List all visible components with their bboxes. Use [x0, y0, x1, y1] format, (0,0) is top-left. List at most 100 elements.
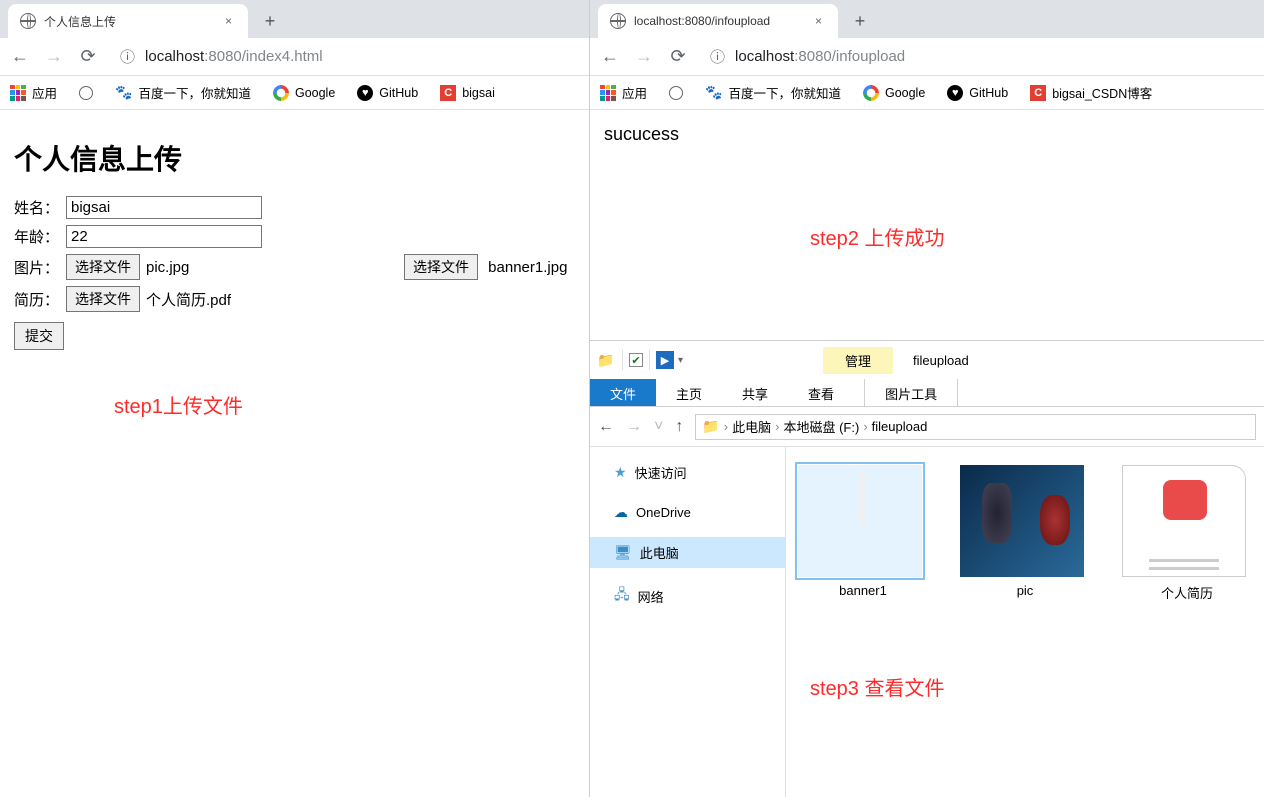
crumb-drive[interactable]: 本地磁盘 (F:) — [783, 417, 859, 436]
bookmark-csdn[interactable]: Cbigsai_CSDN博客 — [1030, 83, 1152, 102]
bookmarks-bar: 应用 🐾百度一下，你就知道 Google ♥GitHub Cbigsai — [0, 76, 589, 110]
tab-title: 个人信息上传 — [44, 13, 116, 30]
file-item-banner1[interactable]: banner1 — [798, 465, 928, 598]
sidebar-network[interactable]: 🖧网络 — [590, 578, 785, 614]
form-row-resume: 简历： 选择文件 个人简历.pdf — [14, 286, 575, 312]
chevron-right-icon[interactable]: › — [863, 419, 867, 434]
apps-shortcut[interactable]: 应用 — [10, 83, 57, 102]
bookmark-globe[interactable] — [669, 86, 683, 100]
ribbon-tab-file[interactable]: 文件 — [590, 379, 656, 406]
paw-icon: 🐾 — [705, 84, 722, 101]
back-button[interactable]: ← — [10, 46, 30, 67]
label-image: 图片： — [14, 257, 66, 278]
step2-annotation: step2 上传成功 — [810, 222, 944, 251]
browser-tab[interactable]: localhost:8080/infoupload × — [598, 4, 838, 38]
browser-tab[interactable]: 个人信息上传 × — [8, 4, 248, 38]
sidebar-this-pc[interactable]: 🖥此电脑 — [590, 537, 785, 568]
label-age: 年龄： — [14, 226, 66, 247]
close-tab-icon[interactable]: × — [221, 14, 236, 28]
bookmark-baidu[interactable]: 🐾百度一下，你就知道 — [705, 83, 841, 102]
chevron-right-icon[interactable]: › — [775, 419, 779, 434]
address-bar: ← → ⟳ ⓘ localhost:8080/infoupload — [590, 38, 1264, 76]
back-button[interactable]: ← — [600, 46, 620, 67]
globe-icon — [20, 13, 36, 29]
chevron-down-icon[interactable]: ▾ — [678, 355, 683, 366]
url-host: localhost — [145, 48, 204, 65]
label-resume: 简历： — [14, 289, 66, 310]
explorer-back[interactable]: ← — [598, 418, 614, 436]
new-tab-button[interactable]: + — [256, 7, 284, 35]
form-row-image: 图片： 选择文件 pic.jpg 选择文件 banner1.jpg — [14, 254, 575, 280]
site-info-icon[interactable]: ⓘ — [710, 46, 725, 67]
crumb-pc[interactable]: 此电脑 — [732, 417, 771, 436]
forward-button[interactable]: → — [44, 46, 64, 67]
explorer-addressbar: ← → ˅ ↑ 📁 › 此电脑 › 本地磁盘 (F:) › fileupload — [590, 407, 1264, 447]
bookmark-github[interactable]: ♥GitHub — [947, 85, 1008, 101]
new-tab-button[interactable]: + — [846, 7, 874, 35]
explorer-content[interactable]: banner1 pic 个人简历 — [786, 447, 1264, 797]
sidebar-onedrive[interactable]: ☁OneDrive — [590, 498, 785, 527]
bookmark-google[interactable]: Google — [863, 85, 925, 101]
thumbnail — [1122, 465, 1246, 577]
tab-title: localhost:8080/infoupload — [634, 14, 770, 28]
choose-file-button-resume[interactable]: 选择文件 — [66, 286, 140, 312]
address-bar: ← → ⟳ ⓘ localhost:8080/index4.html — [0, 38, 589, 76]
breadcrumb[interactable]: 📁 › 此电脑 › 本地磁盘 (F:) › fileupload — [695, 414, 1256, 440]
ribbon-tab-home[interactable]: 主页 — [656, 379, 722, 406]
bookmark-csdn[interactable]: Cbigsai — [440, 85, 495, 101]
reload-button[interactable]: ⟳ — [78, 46, 98, 67]
cloud-icon: ☁ — [614, 504, 628, 521]
crumb-folder[interactable]: fileupload — [872, 419, 928, 434]
forward-button[interactable]: → — [634, 46, 654, 67]
manage-tab[interactable]: 管理 — [823, 347, 893, 374]
url-path: :8080/infoupload — [794, 48, 905, 65]
qat-checkbox[interactable]: ✔ — [629, 353, 643, 367]
file-label: 个人简历 — [1122, 583, 1252, 602]
explorer-up[interactable]: ↑ — [675, 418, 683, 436]
folder-icon: 📁 — [702, 418, 719, 435]
tab-bar: 个人信息上传 × + — [0, 0, 589, 38]
age-input[interactable] — [66, 225, 262, 248]
close-tab-icon[interactable]: × — [811, 14, 826, 28]
browser-window-right: localhost:8080/infoupload × + ← → ⟳ ⓘ lo… — [590, 0, 1264, 797]
apps-icon — [600, 85, 616, 101]
powershell-icon[interactable]: ▶ — [656, 351, 674, 369]
file-label: banner1 — [798, 583, 928, 598]
apps-icon — [10, 85, 26, 101]
explorer-recent[interactable]: ˅ — [654, 418, 663, 436]
reload-button[interactable]: ⟳ — [668, 46, 688, 67]
ribbon: 文件 主页 共享 查看 图片工具 — [590, 379, 1264, 407]
folder-icon[interactable]: 📁 — [596, 352, 616, 369]
ribbon-tab-share[interactable]: 共享 — [722, 379, 788, 406]
explorer-sidebar: ★快速访问 ☁OneDrive 🖥此电脑 🖧网络 — [590, 447, 786, 797]
paw-icon: 🐾 — [115, 84, 132, 101]
pc-icon: 🖥 — [614, 544, 632, 561]
bookmark-github[interactable]: ♥GitHub — [357, 85, 418, 101]
bookmark-baidu[interactable]: 🐾百度一下，你就知道 — [115, 83, 251, 102]
bookmark-google[interactable]: Google — [273, 85, 335, 101]
ribbon-tab-picture-tools[interactable]: 图片工具 — [864, 379, 958, 406]
choose-file-button-image[interactable]: 选择文件 — [66, 254, 140, 280]
page-title: 个人信息上传 — [14, 138, 575, 178]
globe-icon — [669, 86, 683, 100]
url-input[interactable]: ⓘ localhost:8080/index4.html — [112, 46, 579, 67]
file-name-image: pic.jpg — [146, 259, 189, 276]
choose-file-button-extra[interactable]: 选择文件 — [404, 254, 478, 280]
bookmark-globe[interactable] — [79, 86, 93, 100]
url-input[interactable]: ⓘ localhost:8080/infoupload — [702, 46, 1254, 67]
divider — [622, 350, 623, 370]
chevron-right-icon[interactable]: › — [724, 419, 728, 434]
submit-button[interactable]: 提交 — [14, 322, 64, 350]
apps-shortcut[interactable]: 应用 — [600, 83, 647, 102]
csdn-icon: C — [440, 85, 456, 101]
site-info-icon[interactable]: ⓘ — [120, 46, 135, 67]
explorer-forward[interactable]: → — [626, 418, 642, 436]
url-path: :8080/index4.html — [204, 48, 322, 65]
sidebar-quick-access[interactable]: ★快速访问 — [590, 457, 785, 488]
file-item-resume[interactable]: 个人简历 — [1122, 465, 1252, 602]
ribbon-tab-view[interactable]: 查看 — [788, 379, 854, 406]
thumbnail — [798, 465, 922, 577]
globe-icon — [79, 86, 93, 100]
name-input[interactable] — [66, 196, 262, 219]
file-item-pic[interactable]: pic — [960, 465, 1090, 598]
